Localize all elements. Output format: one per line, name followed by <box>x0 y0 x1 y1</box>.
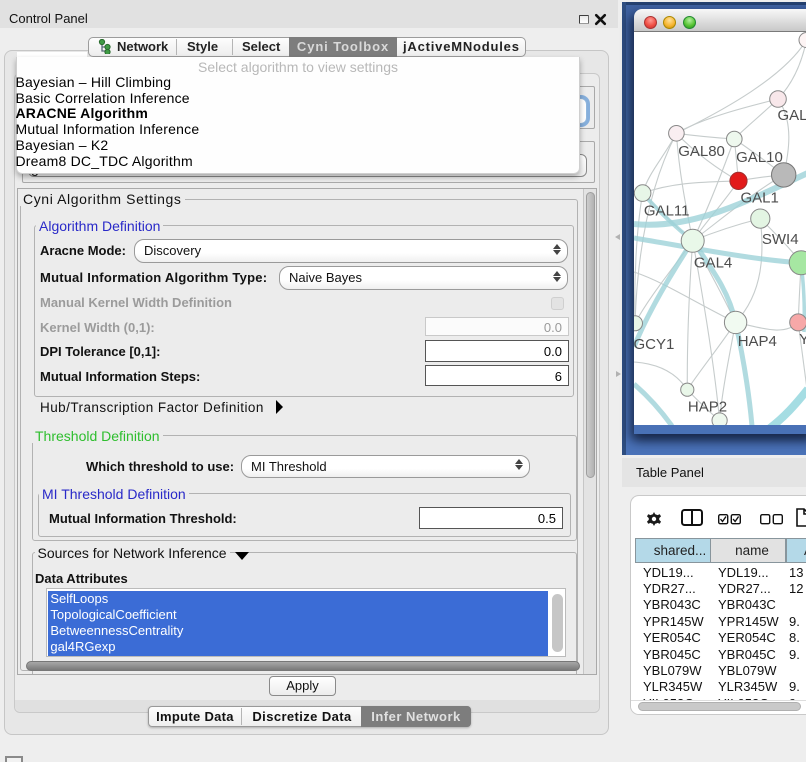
svg-text:GAL80: GAL80 <box>678 143 725 160</box>
svg-text:GCY1: GCY1 <box>634 336 674 353</box>
svg-text:HAP2: HAP2 <box>688 399 727 416</box>
svg-text:YJ: YJ <box>799 331 806 348</box>
svg-text:SWI4: SWI4 <box>762 231 799 248</box>
svg-text:HAP4: HAP4 <box>738 333 777 350</box>
svg-text:GAL11: GAL11 <box>644 203 690 220</box>
svg-text:GAL1: GAL1 <box>741 190 779 207</box>
svg-text:GAL2: GAL2 <box>778 107 806 124</box>
svg-text:GAL10: GAL10 <box>736 149 783 166</box>
svg-text:GAL4: GAL4 <box>694 255 732 272</box>
